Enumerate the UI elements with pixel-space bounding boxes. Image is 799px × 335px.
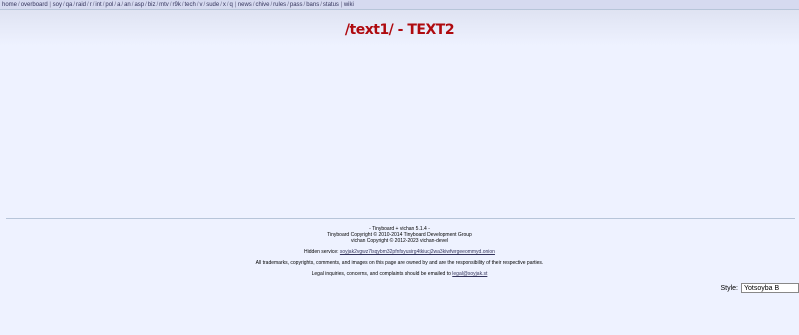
style-label: Style: [720, 284, 738, 292]
board-link-home[interactable]: home [2, 2, 17, 8]
board-link-chive[interactable]: chive [255, 2, 269, 8]
board-link-overboard[interactable]: overboard [21, 2, 48, 8]
board-link-r9k[interactable]: r9k [172, 2, 180, 8]
board-link-tech[interactable]: tech [185, 2, 196, 8]
footer-divider [6, 218, 795, 219]
board-link-news[interactable]: news [238, 2, 252, 8]
footer: - Tinyboard + vichan 5.1.4 - Tinyboard C… [0, 226, 799, 277]
board-link-pass[interactable]: pass [290, 2, 303, 8]
board-link-an[interactable]: an [124, 2, 131, 8]
board-link-wiki[interactable]: wiki [344, 2, 354, 8]
style-selector: Style: Yotsoyba B [720, 283, 799, 293]
hidden-service-link[interactable]: soyjak2vgwz7lsqybm32pfnfsyusirg4tkiucj2w… [340, 249, 495, 255]
board-link-mtv[interactable]: mtv [159, 2, 169, 8]
board-list-nav: home/overboard | soy/qa/raid/r/int/pol/a… [0, 0, 799, 10]
board-link-raid[interactable]: raid [76, 2, 86, 8]
board-link-sude[interactable]: sude [206, 2, 219, 8]
legal-notice-label: Legal inquiries, concerns, and complaint… [311, 271, 453, 277]
board-link-status[interactable]: status [323, 2, 339, 8]
board-link-rules[interactable]: rules [273, 2, 286, 8]
board-link-int[interactable]: int [95, 2, 101, 8]
style-dropdown[interactable]: Yotsoyba B [741, 283, 799, 293]
board-link-soy[interactable]: soy [53, 2, 62, 8]
board-link-asp[interactable]: asp [134, 2, 144, 8]
hidden-service-label: Hidden service: [304, 249, 340, 255]
legal-email-link[interactable]: legal@soyjak.st [452, 271, 487, 277]
board-title: /text1/ - TEXT2 [344, 22, 455, 38]
legal-notice: Legal inquiries, concerns, and complaint… [0, 271, 799, 277]
board-link-bans[interactable]: bans [306, 2, 319, 8]
